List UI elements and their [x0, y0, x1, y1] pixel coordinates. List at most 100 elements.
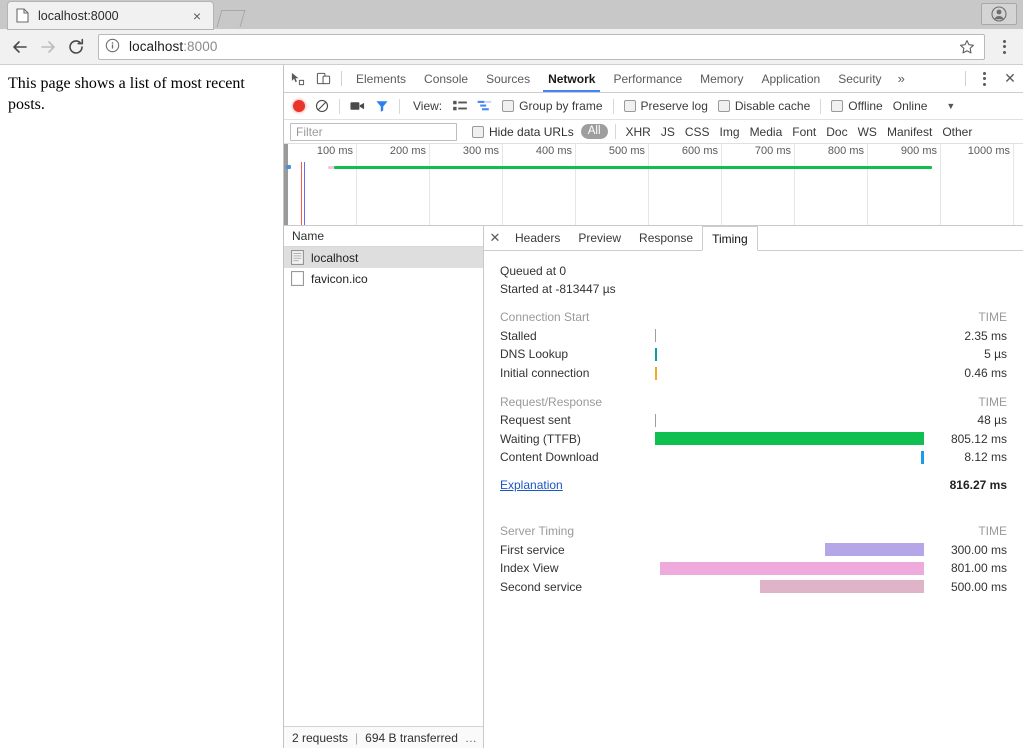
filter-type-font[interactable]: Font [787, 125, 821, 139]
close-devtools-icon[interactable]: ✕ [997, 65, 1023, 92]
preserve-log-checkbox[interactable]: Preserve log [619, 93, 713, 119]
filter-type-all[interactable]: All [581, 124, 608, 139]
divider [399, 99, 400, 114]
timing-row-content-download: Content Download 8.12 ms [484, 448, 1023, 467]
divider [341, 71, 342, 86]
total-time: 816.27 ms [919, 478, 1007, 492]
filter-type-media[interactable]: Media [745, 125, 788, 139]
devtools-menu-icon[interactable] [971, 65, 997, 92]
timing-row-initial-connection: Initial connection 0.46 ms [484, 364, 1023, 383]
filter-input[interactable]: Filter [290, 123, 457, 141]
device-toolbar-icon[interactable] [310, 65, 336, 92]
disable-cache-checkbox[interactable]: Disable cache [713, 93, 815, 119]
browser-menu-icon[interactable] [991, 33, 1017, 61]
detail-tab-preview[interactable]: Preview [569, 226, 630, 250]
network-overview-timeline[interactable]: 100 ms 200 ms 300 ms 400 ms 500 ms 600 m… [284, 144, 1023, 226]
network-body: Name localhost [284, 226, 1023, 748]
overview-tick: 800 ms [867, 144, 868, 226]
transferred-size: 694 B transferred [365, 731, 458, 745]
detail-tab-headers[interactable]: Headers [506, 226, 569, 250]
network-status-bar: 2 requests | 694 B transferred … [284, 726, 483, 748]
waterfall-view-icon[interactable] [472, 93, 497, 119]
tab-memory[interactable]: Memory [691, 65, 752, 92]
tab-elements[interactable]: Elements [347, 65, 415, 92]
timing-label: Initial connection [500, 366, 655, 380]
close-detail-icon[interactable]: ✕ [484, 226, 506, 250]
section-header: Request/Response TIME [484, 392, 1023, 411]
divider [339, 99, 340, 114]
timing-row-first-service: First service 300.00 ms [484, 540, 1023, 559]
reload-icon[interactable] [62, 33, 90, 61]
tab-performance[interactable]: Performance [604, 65, 691, 92]
filter-funnel-icon[interactable] [370, 93, 394, 119]
request-list-header[interactable]: Name [284, 226, 483, 247]
offline-checkbox[interactable]: Offline [826, 93, 887, 119]
throttling-select[interactable]: Online [888, 93, 933, 119]
info-icon[interactable] [105, 38, 122, 55]
back-icon[interactable] [6, 33, 34, 61]
timing-value: 8.12 ms [919, 450, 1007, 464]
tab-console[interactable]: Console [415, 65, 477, 92]
timing-label: Waiting (TTFB) [500, 432, 655, 446]
divider [615, 124, 616, 139]
time-column-header: TIME [919, 524, 1007, 538]
viewport: This page shows a list of most recent po… [0, 65, 1023, 748]
more-tabs-icon[interactable]: » [891, 65, 912, 92]
timing-bar [921, 451, 924, 464]
tab-application[interactable]: Application [752, 65, 829, 92]
profile-avatar[interactable] [981, 3, 1017, 25]
filter-type-ws[interactable]: WS [853, 125, 882, 139]
timing-value: 5 µs [919, 347, 1007, 361]
capture-screenshots-icon[interactable] [345, 93, 370, 119]
filter-type-xhr[interactable]: XHR [621, 125, 656, 139]
hide-data-urls-checkbox[interactable]: Hide data URLs [467, 120, 579, 143]
record-button[interactable] [288, 93, 310, 119]
request-row-favicon[interactable]: favicon.ico [284, 268, 483, 289]
explanation-link[interactable]: Explanation [500, 478, 655, 492]
detail-tab-response[interactable]: Response [630, 226, 702, 250]
overview-request-bar [286, 165, 291, 169]
request-row-localhost[interactable]: localhost [284, 247, 483, 268]
forward-icon [34, 33, 62, 61]
timing-value: 500.00 ms [919, 580, 1007, 594]
page-paragraph: This page shows a list of most recent po… [8, 73, 273, 115]
timing-label: DNS Lookup [500, 347, 655, 361]
timing-value: 48 µs [919, 413, 1007, 427]
timing-label: First service [500, 543, 655, 557]
filter-type-img[interactable]: Img [715, 125, 745, 139]
filter-type-doc[interactable]: Doc [821, 125, 852, 139]
close-icon[interactable]: × [189, 8, 205, 24]
filter-type-js[interactable]: JS [656, 125, 680, 139]
timing-row-second-service: Second service 500.00 ms [484, 578, 1023, 597]
detail-tab-timing[interactable]: Timing [702, 226, 758, 251]
filter-type-other[interactable]: Other [937, 125, 977, 139]
timing-label: Content Download [500, 450, 655, 464]
address-bar[interactable]: localhost:8000 [98, 34, 985, 60]
bookmark-star-icon[interactable] [956, 36, 978, 58]
group-by-frame-checkbox[interactable]: Group by frame [497, 93, 607, 119]
inspect-element-icon[interactable] [284, 65, 310, 92]
tab-title: localhost:8000 [38, 9, 185, 23]
spacer [912, 65, 960, 92]
new-tab-button[interactable] [215, 8, 249, 28]
tab-security[interactable]: Security [829, 65, 890, 92]
section-header: Connection Start TIME [484, 308, 1023, 327]
timing-bar [825, 543, 924, 556]
divider [820, 99, 821, 114]
blank-file-icon [291, 271, 304, 286]
throttling-caret-icon[interactable]: ▼ [932, 93, 960, 119]
filter-type-manifest[interactable]: Manifest [882, 125, 937, 139]
devtools-tabbar: Elements Console Sources Network Perform… [284, 65, 1023, 93]
request-rows: localhost favicon.ico [284, 247, 483, 726]
overview-left-handle[interactable] [284, 144, 288, 226]
divider: | [355, 731, 358, 745]
browser-tab[interactable]: localhost:8000 × [8, 2, 213, 29]
request-count: 2 requests [292, 731, 348, 745]
tab-network[interactable]: Network [539, 65, 604, 92]
list-view-icon[interactable] [448, 93, 472, 119]
tab-sources[interactable]: Sources [477, 65, 539, 92]
section-title: Request/Response [500, 395, 655, 409]
timing-label: Request sent [500, 413, 655, 427]
clear-button[interactable] [310, 93, 334, 119]
filter-type-css[interactable]: CSS [680, 125, 715, 139]
